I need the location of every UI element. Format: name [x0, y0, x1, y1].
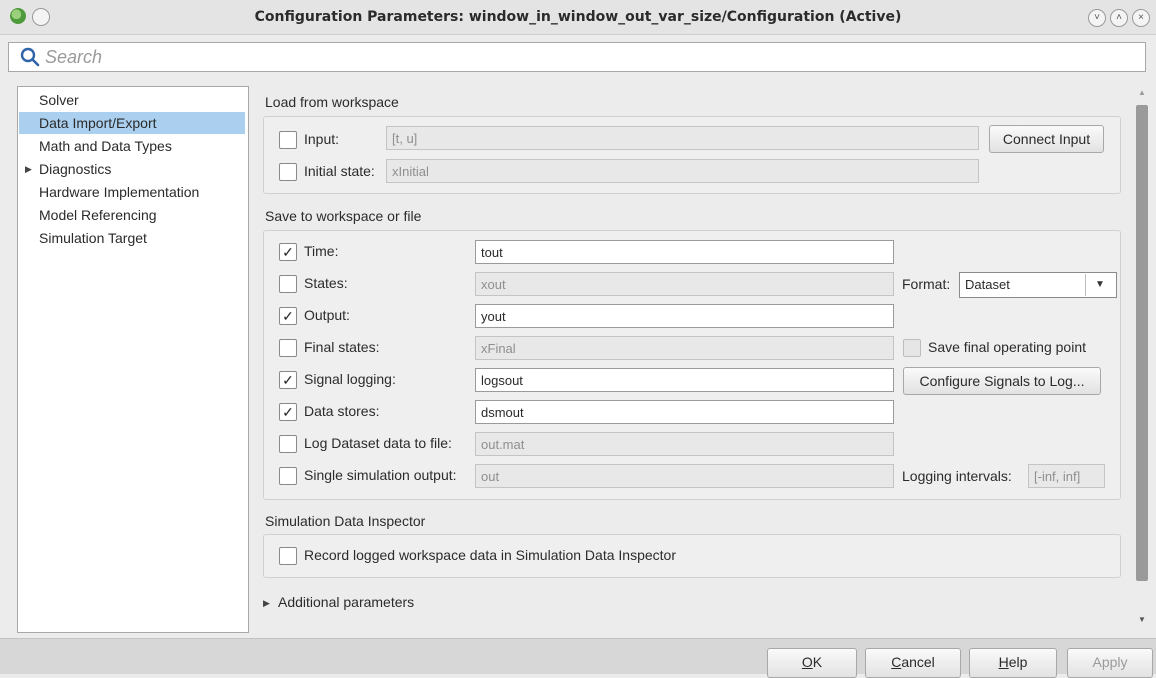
- section-title-save: Save to workspace or file: [265, 208, 422, 224]
- window-title: Configuration Parameters: window_in_wind…: [254, 9, 902, 25]
- signal-logging-label: Signal logging:: [304, 371, 396, 387]
- log-dataset-checkbox[interactable]: [279, 435, 297, 453]
- expand-triangle-icon[interactable]: ▶: [263, 598, 270, 609]
- save-final-op-checkbox[interactable]: [903, 339, 921, 357]
- tree-item-diagnostics[interactable]: ▶ Diagnostics: [19, 158, 245, 180]
- output-checkbox[interactable]: ✓: [279, 307, 297, 325]
- tree-item-simulation-target[interactable]: Simulation Target: [19, 227, 245, 249]
- section-title-load: Load from workspace: [265, 94, 399, 110]
- output-field[interactable]: yout: [475, 304, 894, 328]
- scroll-up-arrow-icon[interactable]: ▲: [1138, 88, 1146, 97]
- logging-intervals-field[interactable]: [-inf, inf]: [1028, 464, 1105, 488]
- time-field[interactable]: tout: [475, 240, 894, 264]
- log-dataset-field[interactable]: out.mat: [475, 432, 894, 456]
- input-field[interactable]: [t, u]: [386, 126, 979, 150]
- tree-item-hardware-implementation[interactable]: Hardware Implementation: [19, 181, 245, 203]
- signal-logging-field[interactable]: logsout: [475, 368, 894, 392]
- apply-button[interactable]: Apply: [1067, 648, 1153, 678]
- log-dataset-label: Log Dataset data to file:: [304, 435, 452, 451]
- search-icon: [20, 47, 40, 67]
- input-checkbox[interactable]: [279, 131, 297, 149]
- maximize-icon[interactable]: ˄: [1110, 9, 1128, 27]
- initial-state-label: Initial state:: [304, 163, 375, 179]
- record-sdi-label: Record logged workspace data in Simulati…: [304, 547, 676, 563]
- tree-item-math-and-data-types[interactable]: Math and Data Types: [19, 135, 245, 157]
- input-label: Input:: [304, 131, 340, 147]
- scroll-down-arrow-icon[interactable]: ▼: [1138, 615, 1146, 624]
- minimize-icon[interactable]: ˅: [1088, 9, 1106, 27]
- connect-input-button[interactable]: Connect Input: [989, 125, 1104, 153]
- states-label: States:: [304, 275, 348, 291]
- tree-item-data-import-export[interactable]: Data Import/Export: [19, 112, 245, 134]
- expand-triangle-icon[interactable]: ▶: [25, 158, 32, 180]
- data-stores-label: Data stores:: [304, 403, 380, 419]
- tree-item-model-referencing[interactable]: Model Referencing: [19, 204, 245, 226]
- configure-signals-button[interactable]: Configure Signals to Log...: [903, 367, 1101, 395]
- data-stores-field[interactable]: dsmout: [475, 400, 894, 424]
- time-label: Time:: [304, 243, 339, 259]
- final-states-field[interactable]: xFinal: [475, 336, 894, 360]
- tree-item-label: Math and Data Types: [39, 138, 172, 154]
- format-select-value: Dataset: [965, 277, 1010, 292]
- states-field[interactable]: xout: [475, 272, 894, 296]
- single-sim-output-field[interactable]: out: [475, 464, 894, 488]
- record-sdi-checkbox[interactable]: [279, 547, 297, 565]
- tree-item-label: Solver: [39, 92, 79, 108]
- search-box[interactable]: [8, 42, 1146, 72]
- tree-item-label: Diagnostics: [39, 161, 112, 177]
- signal-logging-checkbox[interactable]: ✓: [279, 371, 297, 389]
- save-group: [263, 230, 1121, 500]
- data-stores-checkbox[interactable]: ✓: [279, 403, 297, 421]
- final-states-checkbox[interactable]: [279, 339, 297, 357]
- cancel-button[interactable]: Cancel: [865, 648, 961, 678]
- initial-state-checkbox[interactable]: [279, 163, 297, 181]
- logging-intervals-label: Logging intervals:: [902, 468, 1012, 484]
- output-label: Output:: [304, 307, 350, 323]
- scrollbar-thumb[interactable]: [1136, 105, 1148, 581]
- save-final-op-label: Save final operating point: [928, 339, 1086, 355]
- ok-button[interactable]: OK: [767, 648, 857, 678]
- tree-item-label: Hardware Implementation: [39, 184, 200, 200]
- initial-state-field[interactable]: xInitial: [386, 159, 979, 183]
- tree-item-label: Model Referencing: [39, 207, 157, 223]
- chevron-down-icon[interactable]: ▼: [1085, 274, 1114, 296]
- help-button[interactable]: Help: [969, 648, 1057, 678]
- single-sim-output-label: Single simulation output:: [304, 467, 457, 483]
- close-icon[interactable]: ×: [1132, 9, 1150, 27]
- section-title-sdi: Simulation Data Inspector: [265, 513, 426, 529]
- single-sim-output-checkbox[interactable]: [279, 467, 297, 485]
- search-input[interactable]: [45, 44, 1125, 70]
- category-tree: Solver Data Import/Export Math and Data …: [17, 86, 249, 633]
- additional-parameters-toggle[interactable]: Additional parameters: [278, 592, 414, 612]
- tree-item-solver[interactable]: Solver: [19, 89, 245, 111]
- settings-panel: Load from workspace Input: [t, u] Connec…: [250, 86, 1132, 631]
- time-checkbox[interactable]: ✓: [279, 243, 297, 261]
- tree-item-label: Simulation Target: [39, 230, 147, 246]
- tree-item-label: Data Import/Export: [39, 115, 157, 131]
- states-checkbox[interactable]: [279, 275, 297, 293]
- final-states-label: Final states:: [304, 339, 380, 355]
- format-label: Format:: [902, 276, 951, 292]
